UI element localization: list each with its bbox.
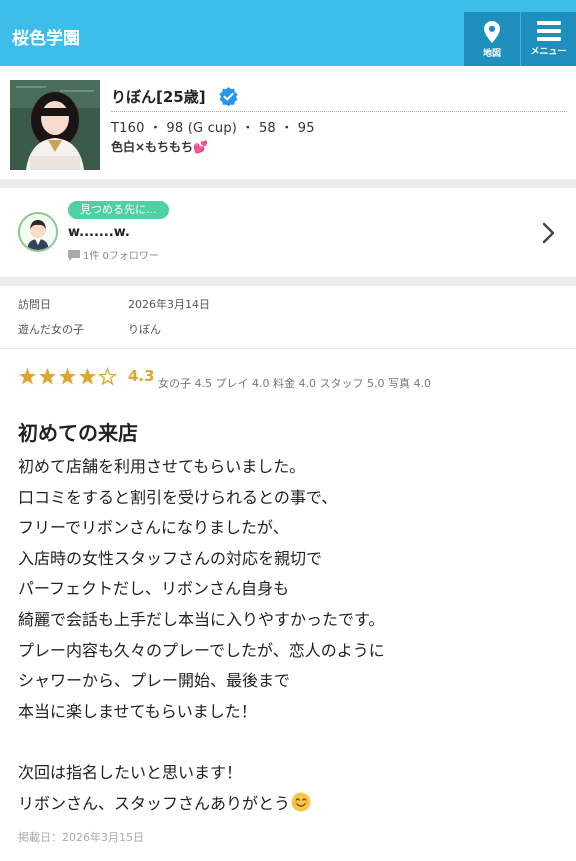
reviewer-stats: 1件 0フォロワー: [68, 247, 159, 262]
star-icon: [39, 368, 56, 385]
reviewer-name[interactable]: w.......w.: [68, 225, 130, 240]
menu-button[interactable]: メニュー: [520, 12, 576, 66]
girl-catchphrase: 色白×もちもち💕: [111, 140, 208, 154]
map-pin-icon: [484, 21, 500, 43]
hamburger-icon: [536, 21, 561, 41]
reviewer-tag: 見つめる先に...: [68, 201, 169, 219]
review-body: 初めて店舗を利用させてもらいました。 口コミをすると割引を受けられるとの事で、 …: [18, 452, 568, 819]
review-line: フリーでリボンさんになりましたが、: [18, 518, 289, 538]
map-button[interactable]: 地図: [464, 12, 520, 66]
star-rating: [19, 367, 118, 386]
star-icon: [79, 368, 96, 385]
rating-score: 4.3: [128, 367, 155, 385]
map-button-label: 地図: [482, 49, 501, 59]
visited-girl-value[interactable]: りぼん: [128, 321, 161, 337]
star-outline-icon: [97, 367, 118, 386]
girl-measurements: T160 ・ 98 (G cup) ・ 58 ・ 95: [111, 121, 315, 136]
shop-name[interactable]: 桜色学園: [12, 24, 80, 49]
rating-subscores: 女の子 4.5 プレイ 4.0 料金 4.0 スタッフ 5.0 写真 4.0: [158, 377, 431, 390]
girl-name[interactable]: りぼん[25歳]: [111, 86, 206, 107]
visit-date-value: 2026年3月14日: [128, 298, 210, 311]
review-title: 初めての来店: [18, 421, 138, 445]
review-line: 本当に楽しませてもらいました！: [18, 701, 257, 721]
review-line-last: リボンさん、スタッフさんありがとう: [18, 789, 568, 820]
reviewer-stats-text: 1件 0フォロワー: [83, 251, 159, 262]
review-line: 初めて店舗を利用させてもらいました。: [18, 457, 306, 476]
reviewer-avatar[interactable]: [18, 212, 58, 252]
info-divider: [0, 348, 576, 349]
visited-girl-label: 遊んだ女の子: [18, 323, 84, 336]
smile-emoji-icon: [291, 792, 311, 812]
review-line: プレー内容も久々のプレーでしたが、恋人のように: [18, 640, 385, 660]
chevron-right-icon[interactable]: [542, 222, 555, 244]
visit-date-label: 訪問日: [18, 298, 51, 311]
review-line: パーフェクトだし、リボンさん自身も: [18, 579, 290, 599]
section-gap: [0, 277, 576, 286]
review-line: 次回は指名したいと思います！: [18, 762, 243, 782]
star-icon: [59, 368, 76, 385]
star-icon: [19, 368, 36, 385]
comment-icon: [68, 250, 80, 261]
app-header: 桜色学園 地図 メニュー: [0, 0, 576, 66]
name-divider: [111, 111, 567, 112]
review-line: シャワーから、プレー開始、最後まで: [18, 671, 291, 691]
girl-photo[interactable]: [10, 80, 100, 170]
verified-badge-icon: [219, 87, 238, 106]
review-line-text: リボンさん、スタッフさんありがとう: [18, 793, 291, 813]
review-line: 綺麗で会話も上手だし本当に入りやすかったです。: [18, 609, 385, 629]
menu-button-label: メニュー: [530, 47, 567, 57]
review-line-blank: [18, 727, 568, 758]
section-gap: [0, 179, 576, 188]
review-line: 口コミをすると割引を受けられるとの事で、: [18, 487, 338, 507]
review-line: 入店時の女性スタッフさんの対応を親切で: [18, 548, 323, 568]
posted-date: 掲載日：2026年3月15日: [18, 831, 144, 844]
